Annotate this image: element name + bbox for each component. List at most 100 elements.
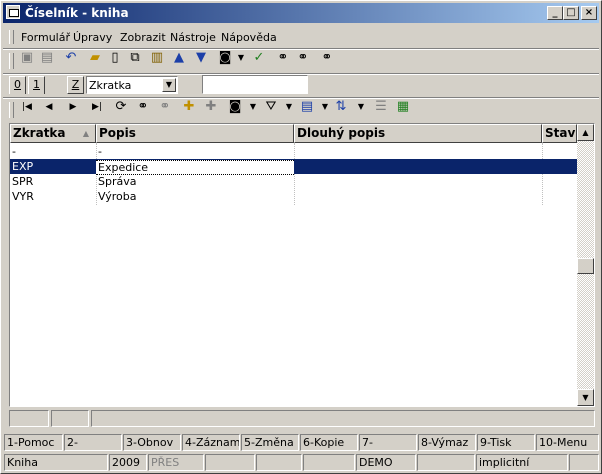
- sort-ascending-icon: ▲: [82, 129, 89, 138]
- scroll-up-icon[interactable]: ▲: [577, 124, 594, 141]
- menu-formular[interactable]: Formulář: [21, 31, 70, 44]
- menu-nastroje[interactable]: Nástroje: [170, 31, 216, 44]
- app-window: Číselník - kniha _ □ × Formulář Úpravy Z…: [0, 0, 602, 474]
- arrow-up-icon[interactable]: ▲: [171, 50, 187, 66]
- fkey-3[interactable]: 3-Obnov: [123, 434, 181, 451]
- column-header-zkratka[interactable]: Zkratka ▲: [10, 124, 96, 143]
- refresh-icon[interactable]: ⟳: [113, 99, 129, 115]
- fkey-9[interactable]: 9-Tisk: [477, 434, 535, 451]
- info-panel: [91, 410, 595, 427]
- data-grid[interactable]: Zkratka ▲ Popis Dlouhý popis Stav - - EXP…: [9, 123, 595, 407]
- filter-z-button[interactable]: Z: [67, 76, 84, 94]
- menu-zobrazit[interactable]: Zobrazit: [120, 31, 166, 44]
- binoculars-next-icon[interactable]: ⚭: [295, 50, 311, 66]
- column-header-popis[interactable]: Popis: [96, 124, 294, 143]
- status-module: Kniha: [4, 454, 108, 471]
- cell-zkratka: -: [12, 145, 16, 158]
- app-icon[interactable]: [6, 5, 20, 19]
- column-header-dlouhy-popis[interactable]: Dlouhý popis: [294, 124, 542, 143]
- vertical-scrollbar[interactable]: ▲ ▼: [577, 124, 594, 406]
- last-record-icon[interactable]: ▶|: [89, 99, 105, 115]
- fkey-10[interactable]: 10-Menu: [536, 434, 599, 451]
- open-folder-icon[interactable]: ▰: [87, 50, 103, 66]
- fkey-7[interactable]: 7-: [359, 434, 417, 451]
- status-profile: implicitní: [476, 454, 568, 471]
- find-next-icon[interactable]: ⚭: [157, 99, 173, 115]
- table-row-selected[interactable]: EXP Expedice: [10, 159, 577, 175]
- find-icon[interactable]: ⚭: [135, 99, 151, 115]
- prev-record-icon[interactable]: ◀: [41, 99, 57, 115]
- fkey-5[interactable]: 5-Změna: [241, 434, 299, 451]
- book-icon[interactable]: ▥: [149, 50, 165, 66]
- size-grip[interactable]: [569, 454, 599, 471]
- camera-icon[interactable]: ◙: [217, 50, 233, 66]
- cell-zkratka: VYR: [12, 190, 34, 203]
- chevron-down-icon[interactable]: ▼: [162, 78, 176, 92]
- scroll-thumb[interactable]: [577, 258, 594, 274]
- arrow-down-icon[interactable]: ▼: [193, 50, 209, 66]
- status-panel: [256, 454, 302, 471]
- table-row[interactable]: VYR Výroba: [10, 189, 577, 204]
- status-database: DEMO: [356, 454, 416, 471]
- tab-1[interactable]: 1: [28, 76, 45, 94]
- menu-napoveda[interactable]: Nápověda: [221, 31, 277, 44]
- maximize-button[interactable]: □: [563, 6, 579, 20]
- undo-icon[interactable]: ↶: [63, 50, 79, 66]
- menu-bar: Formulář Úpravy Zobrazit Nástroje Nápově…: [9, 28, 597, 46]
- save-icon[interactable]: ▣: [19, 50, 35, 66]
- status-year: 2009: [109, 454, 147, 471]
- scroll-down-icon[interactable]: ▼: [577, 389, 594, 406]
- close-button[interactable]: ×: [581, 6, 597, 20]
- first-record-icon[interactable]: |◀: [19, 99, 35, 115]
- columns-dropdown-icon[interactable]: ▼: [317, 99, 333, 115]
- main-toolbar: ▣ ▤ ↶ ▰ ▯ ⧉ ▥ ▲ ▼ ◙ ▼ ✓ ⚭ ⚭ ⚭: [9, 50, 369, 72]
- title-bar[interactable]: Číselník - kniha _ □ ×: [3, 3, 599, 23]
- fkey-1[interactable]: 1-Pomoc: [4, 434, 63, 451]
- camera-dropdown-icon[interactable]: ▼: [245, 99, 261, 115]
- filter-icon[interactable]: ⛛: [263, 99, 279, 115]
- toolbar-grip[interactable]: [9, 53, 14, 69]
- cell-zkratka: SPR: [12, 175, 34, 188]
- window-title: Číselník - kniha: [25, 6, 129, 20]
- fkey-2[interactable]: 2-: [64, 434, 122, 451]
- tab-0[interactable]: 0: [9, 76, 26, 94]
- cell-zkratka: EXP: [12, 160, 34, 173]
- table-row[interactable]: SPR Správa: [10, 174, 577, 189]
- filter-dropdown-icon[interactable]: ▼: [281, 99, 297, 115]
- filter-check-icon[interactable]: ✓: [251, 50, 267, 66]
- copy-document-icon[interactable]: ⧉: [127, 50, 143, 66]
- status-panel: [303, 454, 355, 471]
- fkey-4[interactable]: 4-Záznam: [182, 434, 240, 451]
- column-header-stav[interactable]: Stav: [542, 124, 577, 143]
- columns-icon[interactable]: ▤: [299, 99, 315, 115]
- filter-field-combo[interactable]: Zkratka ▼: [86, 76, 178, 94]
- navigation-toolbar: |◀ ◀ ▶ ▶| ⟳ ⚭ ⚭ ✚ ✚ ◙ ▼ ⛛ ▼ ▤ ▼ ⇅ ▼ ☰ ▦: [9, 99, 429, 121]
- info-panel: [51, 410, 89, 427]
- new-document-icon[interactable]: ▯: [107, 50, 123, 66]
- status-mode: PŘES: [148, 454, 204, 471]
- camera-icon[interactable]: ◙: [227, 99, 243, 115]
- list-icon[interactable]: ☰: [373, 99, 389, 115]
- info-panel: [9, 410, 49, 427]
- sort-dropdown-icon[interactable]: ▼: [353, 99, 369, 115]
- add-record-icon[interactable]: ✚: [181, 99, 197, 115]
- fkey-6[interactable]: 6-Kopie: [300, 434, 358, 451]
- table-row[interactable]: - -: [10, 144, 577, 159]
- edit-record-icon[interactable]: ✚: [203, 99, 219, 115]
- minimize-button[interactable]: _: [547, 6, 563, 20]
- binoculars-icon[interactable]: ⚭: [275, 50, 291, 66]
- toolbar-grip[interactable]: [9, 102, 14, 118]
- menu-upravy[interactable]: Úpravy: [73, 31, 112, 44]
- next-record-icon[interactable]: ▶: [65, 99, 81, 115]
- cell-stav: [542, 159, 577, 174]
- camera-dropdown-icon[interactable]: ▼: [233, 50, 249, 66]
- filter-text-input[interactable]: [202, 75, 308, 94]
- sort-icon[interactable]: ⇅: [333, 99, 349, 115]
- filter-field-value: Zkratka: [89, 79, 132, 92]
- menubar-grip[interactable]: [9, 30, 14, 44]
- save-close-icon[interactable]: ▤: [39, 50, 55, 66]
- excel-export-icon[interactable]: ▦: [395, 99, 411, 115]
- status-panel: [417, 454, 475, 471]
- fkey-8[interactable]: 8-Výmaz: [418, 434, 476, 451]
- binoculars-all-icon[interactable]: ⚭: [319, 50, 335, 66]
